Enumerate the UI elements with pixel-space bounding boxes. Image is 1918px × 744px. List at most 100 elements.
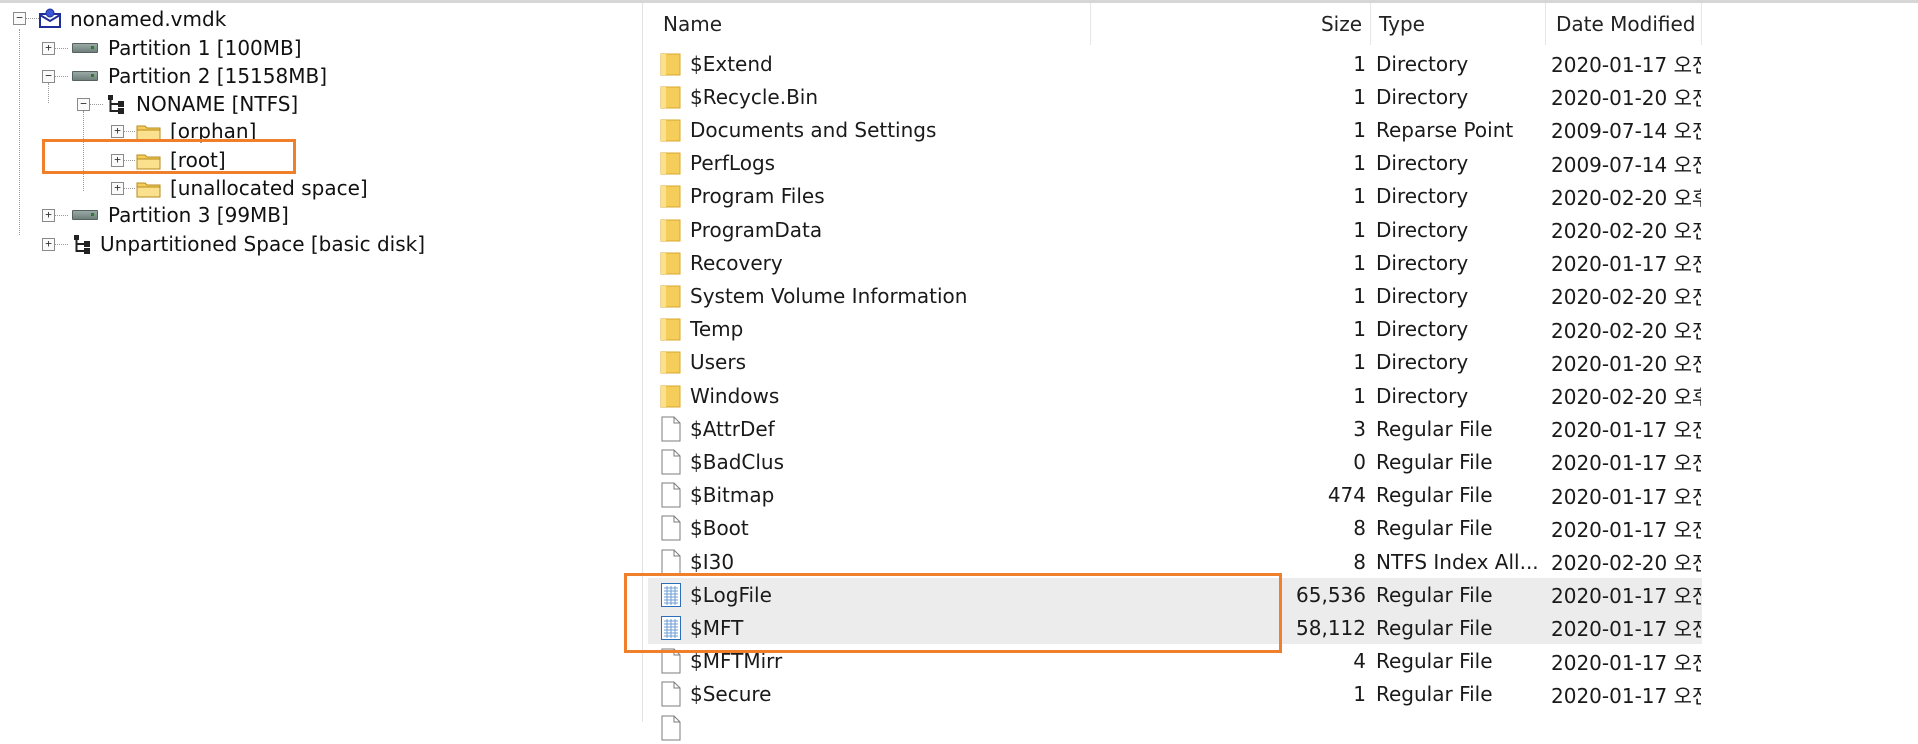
cell-date-modified: 2020-01-17 오전 10:20...: [1551, 252, 1701, 277]
cell-size: 1: [1353, 682, 1366, 707]
folder-icon: [660, 217, 682, 243]
file-row[interactable]: Program Files 1 Directory 2020-02-20 오후 2:4…: [648, 180, 1702, 213]
file-row[interactable]: [648, 711, 1702, 744]
expand-toggle-unallocated[interactable]: +: [111, 182, 124, 195]
file-row[interactable]: Users 1 Directory 2020-01-20 오전 9:32:...: [648, 346, 1702, 379]
cell-type: Regular File: [1376, 682, 1493, 707]
cell-size: 474: [1327, 483, 1366, 508]
file-name: Documents and Settings: [690, 117, 937, 142]
tree-item-unpartitioned-space[interactable]: Unpartitioned Space [basic disk]: [72, 230, 425, 258]
column-header-date-modified[interactable]: Date Modified: [1546, 3, 1702, 45]
file-row[interactable]: $Boot 8 Regular File 2020-01-17 오전 10:11...: [648, 512, 1702, 545]
cell-date-modified: 2020-01-17 오전 10:11...: [1551, 683, 1701, 708]
partition-icon: [72, 71, 98, 81]
tree-item-label: [unallocated space]: [170, 176, 368, 200]
cell-name: Users: [660, 346, 1180, 379]
file-name: $Recycle.Bin: [690, 84, 819, 109]
cell-name: $AttrDef: [660, 412, 1180, 445]
tree-item-unallocated-space[interactable]: [unallocated space]: [136, 174, 368, 202]
column-header-type[interactable]: Type: [1371, 3, 1546, 45]
file-row[interactable]: Temp 1 Directory 2020-02-20 오전 7:55:...: [648, 313, 1702, 346]
folder-icon: [660, 117, 682, 143]
cell-type: Reparse Point: [1376, 117, 1514, 142]
file-row[interactable]: $Extend 1 Directory 2020-01-17 오전 10:11...: [648, 47, 1702, 80]
collapse-toggle-nonamed-vmdk[interactable]: −: [13, 12, 26, 25]
file-row[interactable]: $BadClus 0 Regular File 2020-01-17 오전 10:11…: [648, 445, 1702, 478]
file-name: $Bitmap: [690, 483, 775, 508]
file-icon: [660, 449, 682, 475]
column-header-label: Size: [1320, 12, 1362, 36]
tree-item-partition-3[interactable]: Partition 3 [99MB]: [72, 201, 289, 229]
collapse-toggle-noname-ntfs[interactable]: −: [77, 98, 90, 111]
cell-date-modified: 2020-02-20 오전 7:55:...: [1551, 318, 1701, 343]
tree-item-label: Unpartitioned Space [basic disk]: [100, 232, 425, 256]
file-row[interactable]: Windows 1 Directory 2020-02-20 오후 2:39:...: [648, 379, 1702, 412]
file-row[interactable]: Recovery 1 Directory 2020-01-17 오전 10:20...: [648, 246, 1702, 279]
file-name: Users: [690, 350, 747, 375]
tree-connector: [54, 48, 68, 49]
tree-item-partition-2[interactable]: Partition 2 [15158MB]: [72, 62, 327, 90]
cell-type: Regular File: [1376, 615, 1493, 640]
file-row[interactable]: System Volume Information 1 Directory 2020-…: [648, 279, 1702, 312]
file-name: $I30: [690, 549, 735, 574]
expand-toggle-unpartitioned[interactable]: +: [42, 238, 55, 251]
tree-item-noname-ntfs[interactable]: NONAME [NTFS]: [106, 90, 298, 118]
filesystem-icon: [72, 233, 92, 255]
file-row[interactable]: ProgramData 1 Directory 2020-02-20 오전 7:51:…: [648, 213, 1702, 246]
file-name: $Extend: [690, 51, 773, 76]
file-name: Program Files: [690, 184, 825, 209]
file-row[interactable]: $AttrDef 3 Regular File 2020-01-17 오전 10:11…: [648, 412, 1702, 445]
cell-size: 1: [1353, 117, 1366, 142]
cell-size: 1: [1353, 217, 1366, 242]
cell-date-modified: 2020-01-20 오전 9:32:...: [1551, 351, 1701, 376]
evidence-tree-panel[interactable]: − + − − + + + + + nonamed.vmdk Partition…: [0, 3, 640, 722]
cell-date-modified: 2020-01-17 오전 10:11...: [1551, 53, 1701, 77]
cell-date-modified: 2020-01-17 오전 10:11...: [1551, 451, 1701, 476]
cell-name: $BadClus: [660, 445, 1180, 478]
tree-connector: [54, 215, 68, 216]
cell-name: $Boot: [660, 512, 1180, 545]
cell-size: 1: [1353, 350, 1366, 375]
folder-icon: [660, 51, 682, 77]
file-row[interactable]: PerfLogs 1 Directory 2009-07-14 오전 2:37:...: [648, 147, 1702, 180]
expand-toggle-orphan[interactable]: +: [111, 125, 124, 138]
file-icon: [660, 515, 682, 541]
tree-item-label: Partition 2 [15158MB]: [108, 64, 327, 88]
cell-date-modified: 2020-02-20 오후 2:39:...: [1551, 385, 1701, 409]
cell-type: Directory: [1376, 383, 1469, 408]
file-icon: [660, 715, 682, 741]
cell-type: Regular File: [1376, 516, 1493, 541]
tree-item-partition-1[interactable]: Partition 1 [100MB]: [72, 34, 302, 62]
cell-name: [660, 711, 1180, 744]
cell-date-modified: 2020-01-17 오전 10:11...: [1551, 517, 1701, 542]
cell-size: 3: [1353, 416, 1366, 441]
cell-date-modified: 2020-01-17 오전 10:11...: [1551, 484, 1701, 509]
file-row[interactable]: $Recycle.Bin 1 Directory 2020-01-20 오전 9:32…: [648, 80, 1702, 113]
file-name: System Volume Information: [690, 283, 968, 308]
file-row[interactable]: $Bitmap 474 Regular File 2020-01-17 오전 10:1…: [648, 479, 1702, 512]
cell-type: [1376, 711, 1546, 744]
column-header-label: Date Modified: [1556, 12, 1696, 36]
logfile-mft-highlight-annotation: [624, 573, 1282, 653]
file-name: ProgramData: [690, 217, 823, 242]
folder-icon: [660, 150, 682, 176]
column-header-size-label[interactable]: Size: [1091, 3, 1371, 45]
expand-toggle-partition-3[interactable]: +: [42, 209, 55, 222]
tree-item-nonamed-vmdk[interactable]: nonamed.vmdk: [38, 5, 226, 33]
cell-type: Directory: [1376, 350, 1469, 375]
folder-icon: [660, 183, 682, 209]
expand-toggle-partition-1[interactable]: +: [42, 42, 55, 55]
column-header-name[interactable]: Name: [648, 3, 1091, 45]
file-row[interactable]: Documents and Settings 1 Reparse Point 2009…: [648, 113, 1702, 146]
tree-item-label: Partition 3 [99MB]: [108, 203, 289, 227]
file-list-panel[interactable]: Name Size Type Date Modified $Extend 1 Dir…: [624, 3, 1918, 740]
root-highlight-annotation: [42, 139, 296, 174]
cell-type: Regular File: [1376, 649, 1493, 674]
cell-name: PerfLogs: [660, 147, 1180, 180]
folder-icon: [136, 179, 162, 198]
file-icon: [660, 482, 682, 508]
cell-type: Directory: [1376, 84, 1469, 109]
file-row[interactable]: $Secure 1 Regular File 2020-01-17 오전 10:11.…: [648, 678, 1702, 711]
cell-size: 1: [1353, 151, 1366, 176]
collapse-toggle-partition-2[interactable]: −: [42, 70, 55, 83]
